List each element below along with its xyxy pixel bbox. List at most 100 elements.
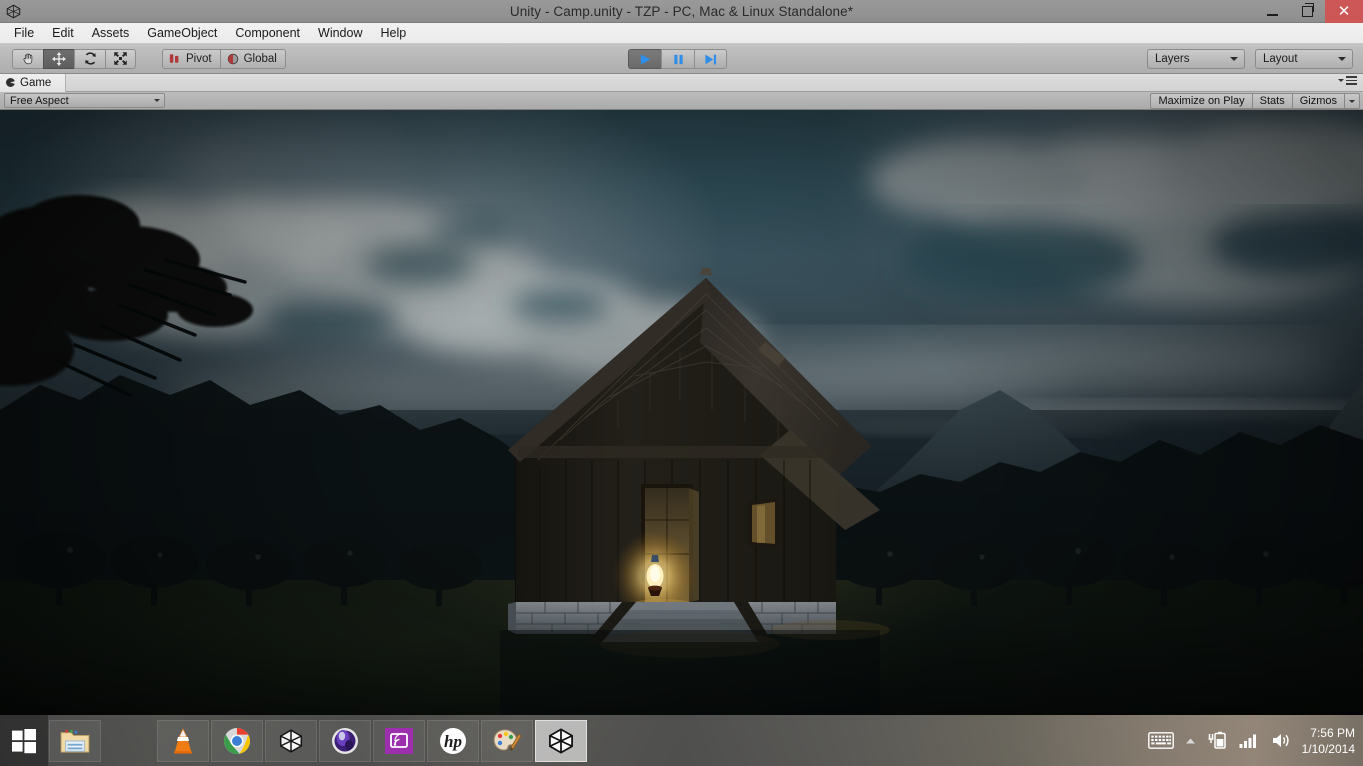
unity-icon	[279, 728, 303, 753]
taskbar-item-file-explorer[interactable]	[49, 719, 101, 762]
wifi-bars-icon[interactable]	[1239, 732, 1260, 749]
menu-item-help[interactable]: Help	[371, 24, 415, 42]
chevron-down-icon	[1349, 99, 1355, 103]
chevron-down-icon	[1230, 57, 1238, 61]
step-button[interactable]	[694, 49, 727, 69]
game-view-toggles: Maximize on Play Stats Gizmos	[1150, 93, 1360, 109]
taskbar-item-screen-cast[interactable]	[373, 719, 425, 762]
panel-tab-row: Game	[0, 73, 1363, 92]
step-icon	[705, 54, 717, 64]
tab-game[interactable]: Game	[0, 73, 67, 92]
global-toggle-button[interactable]: Global	[219, 48, 286, 69]
move-tool-button[interactable]	[43, 48, 74, 69]
scale-icon	[114, 52, 127, 65]
pause-button[interactable]	[661, 49, 694, 69]
restore-icon[interactable]	[1290, 0, 1325, 23]
menu-item-edit[interactable]: Edit	[43, 24, 83, 42]
maximize-on-play-button[interactable]: Maximize on Play	[1150, 93, 1252, 109]
taskbar-item-hp[interactable]: hp	[427, 719, 479, 762]
close-icon[interactable]: ✕	[1325, 0, 1363, 23]
stats-label: Stats	[1259, 95, 1285, 107]
move-arrows-icon	[52, 51, 66, 66]
layers-dropdown[interactable]: Layers	[1147, 49, 1245, 69]
clock[interactable]: 7:56 PM 1/10/2014	[1302, 725, 1355, 757]
tray-time: 7:56 PM	[1310, 725, 1355, 740]
taskbar-item-paint[interactable]	[481, 719, 533, 762]
chevron-up-icon[interactable]	[1185, 737, 1196, 745]
vlc-cone-icon	[174, 727, 192, 754]
cabin-building	[500, 268, 890, 715]
pause-icon	[673, 54, 683, 64]
pivot-mode-group: Pivot Global	[162, 48, 286, 69]
chevron-down-icon	[154, 99, 160, 102]
taskbar-item-cinema4d[interactable]	[319, 719, 371, 762]
hamburger-menu-icon	[1346, 76, 1357, 85]
pivot-icon	[169, 54, 179, 63]
layout-label: Layout	[1263, 53, 1298, 65]
taskbar-separator	[103, 720, 155, 762]
tab-game-label: Game	[20, 76, 52, 89]
rotate-tool-button[interactable]	[74, 48, 105, 69]
menu-item-assets[interactable]: Assets	[83, 24, 139, 42]
cast-screen-icon	[385, 727, 413, 754]
chevron-down-icon	[1338, 78, 1344, 82]
taskbar-item-unity[interactable]	[265, 719, 317, 762]
battery-charging-icon[interactable]	[1207, 731, 1228, 750]
hand-icon	[23, 53, 32, 65]
play-controls-group	[628, 49, 727, 69]
chrome-icon	[224, 727, 250, 754]
gizmos-button[interactable]: Gizmos	[1291, 93, 1344, 109]
layout-dropdown[interactable]: Layout	[1255, 49, 1353, 69]
pivot-label: Pivot	[186, 52, 212, 65]
transform-tool-group	[12, 48, 136, 69]
windows-taskbar: hp 7:56 PM 1/10/2014	[0, 715, 1363, 766]
title-bar: Unity - Camp.unity - TZP - PC, Mac & Lin…	[0, 0, 1363, 23]
folder-icon	[60, 729, 90, 753]
scale-tool-button[interactable]	[105, 48, 136, 69]
taskbar-item-chrome[interactable]	[211, 719, 263, 762]
menu-item-component[interactable]: Component	[226, 24, 309, 42]
chevron-down-icon	[1338, 57, 1346, 61]
global-label: Global	[243, 52, 277, 65]
taskbar-item-unity-active[interactable]	[535, 719, 587, 762]
globe-icon	[227, 53, 238, 64]
menu-item-gameobject[interactable]: GameObject	[138, 24, 226, 42]
unity-editor-window: Unity - Camp.unity - TZP - PC, Mac & Lin…	[0, 0, 1363, 766]
menu-item-file[interactable]: File	[5, 24, 43, 42]
toolbar-dropdowns: Layers Layout	[1147, 49, 1353, 69]
menu-item-window[interactable]: Window	[309, 24, 371, 42]
aspect-ratio-label: Free Aspect	[10, 94, 69, 107]
game-view-viewport[interactable]	[0, 110, 1363, 715]
maximize-on-play-label: Maximize on Play	[1158, 95, 1245, 107]
hand-tool-button[interactable]	[12, 48, 43, 69]
pivot-toggle-button[interactable]: Pivot	[162, 48, 220, 69]
play-button[interactable]	[628, 49, 661, 69]
svg-text:hp: hp	[444, 732, 462, 751]
window-controls: ✕	[1255, 0, 1363, 23]
stats-button[interactable]: Stats	[1251, 93, 1292, 109]
gizmos-dropdown-button[interactable]	[1344, 93, 1360, 109]
keyboard-icon[interactable]	[1147, 732, 1174, 749]
menu-bar: File Edit Assets GameObject Component Wi…	[0, 23, 1363, 44]
unity-icon	[549, 727, 573, 754]
gamepad-icon	[6, 78, 15, 87]
taskbar-item-vlc[interactable]	[157, 719, 209, 762]
tray-date: 1/10/2014	[1301, 741, 1355, 756]
main-toolbar: Pivot Global Layers Layout	[0, 44, 1363, 74]
hp-icon: hp	[440, 727, 466, 754]
cinema4d-icon	[332, 727, 358, 754]
rendered-scene	[0, 110, 1363, 715]
minimize-icon[interactable]	[1255, 0, 1290, 23]
windows-start-icon[interactable]	[0, 715, 48, 766]
window-title: Unity - Camp.unity - TZP - PC, Mac & Lin…	[509, 3, 854, 19]
taskbar-items: hp	[48, 715, 588, 766]
gizmos-label: Gizmos	[1299, 95, 1337, 107]
game-view-toolbar: Free Aspect Maximize on Play Stats Gizmo…	[0, 92, 1363, 110]
panel-options-menu[interactable]	[1338, 76, 1357, 85]
layers-label: Layers	[1155, 53, 1190, 65]
aspect-ratio-dropdown[interactable]: Free Aspect	[4, 93, 165, 108]
paint-palette-icon	[493, 728, 522, 751]
speaker-icon[interactable]	[1271, 732, 1291, 749]
unity-icon	[0, 0, 26, 23]
rotate-icon	[84, 52, 96, 65]
